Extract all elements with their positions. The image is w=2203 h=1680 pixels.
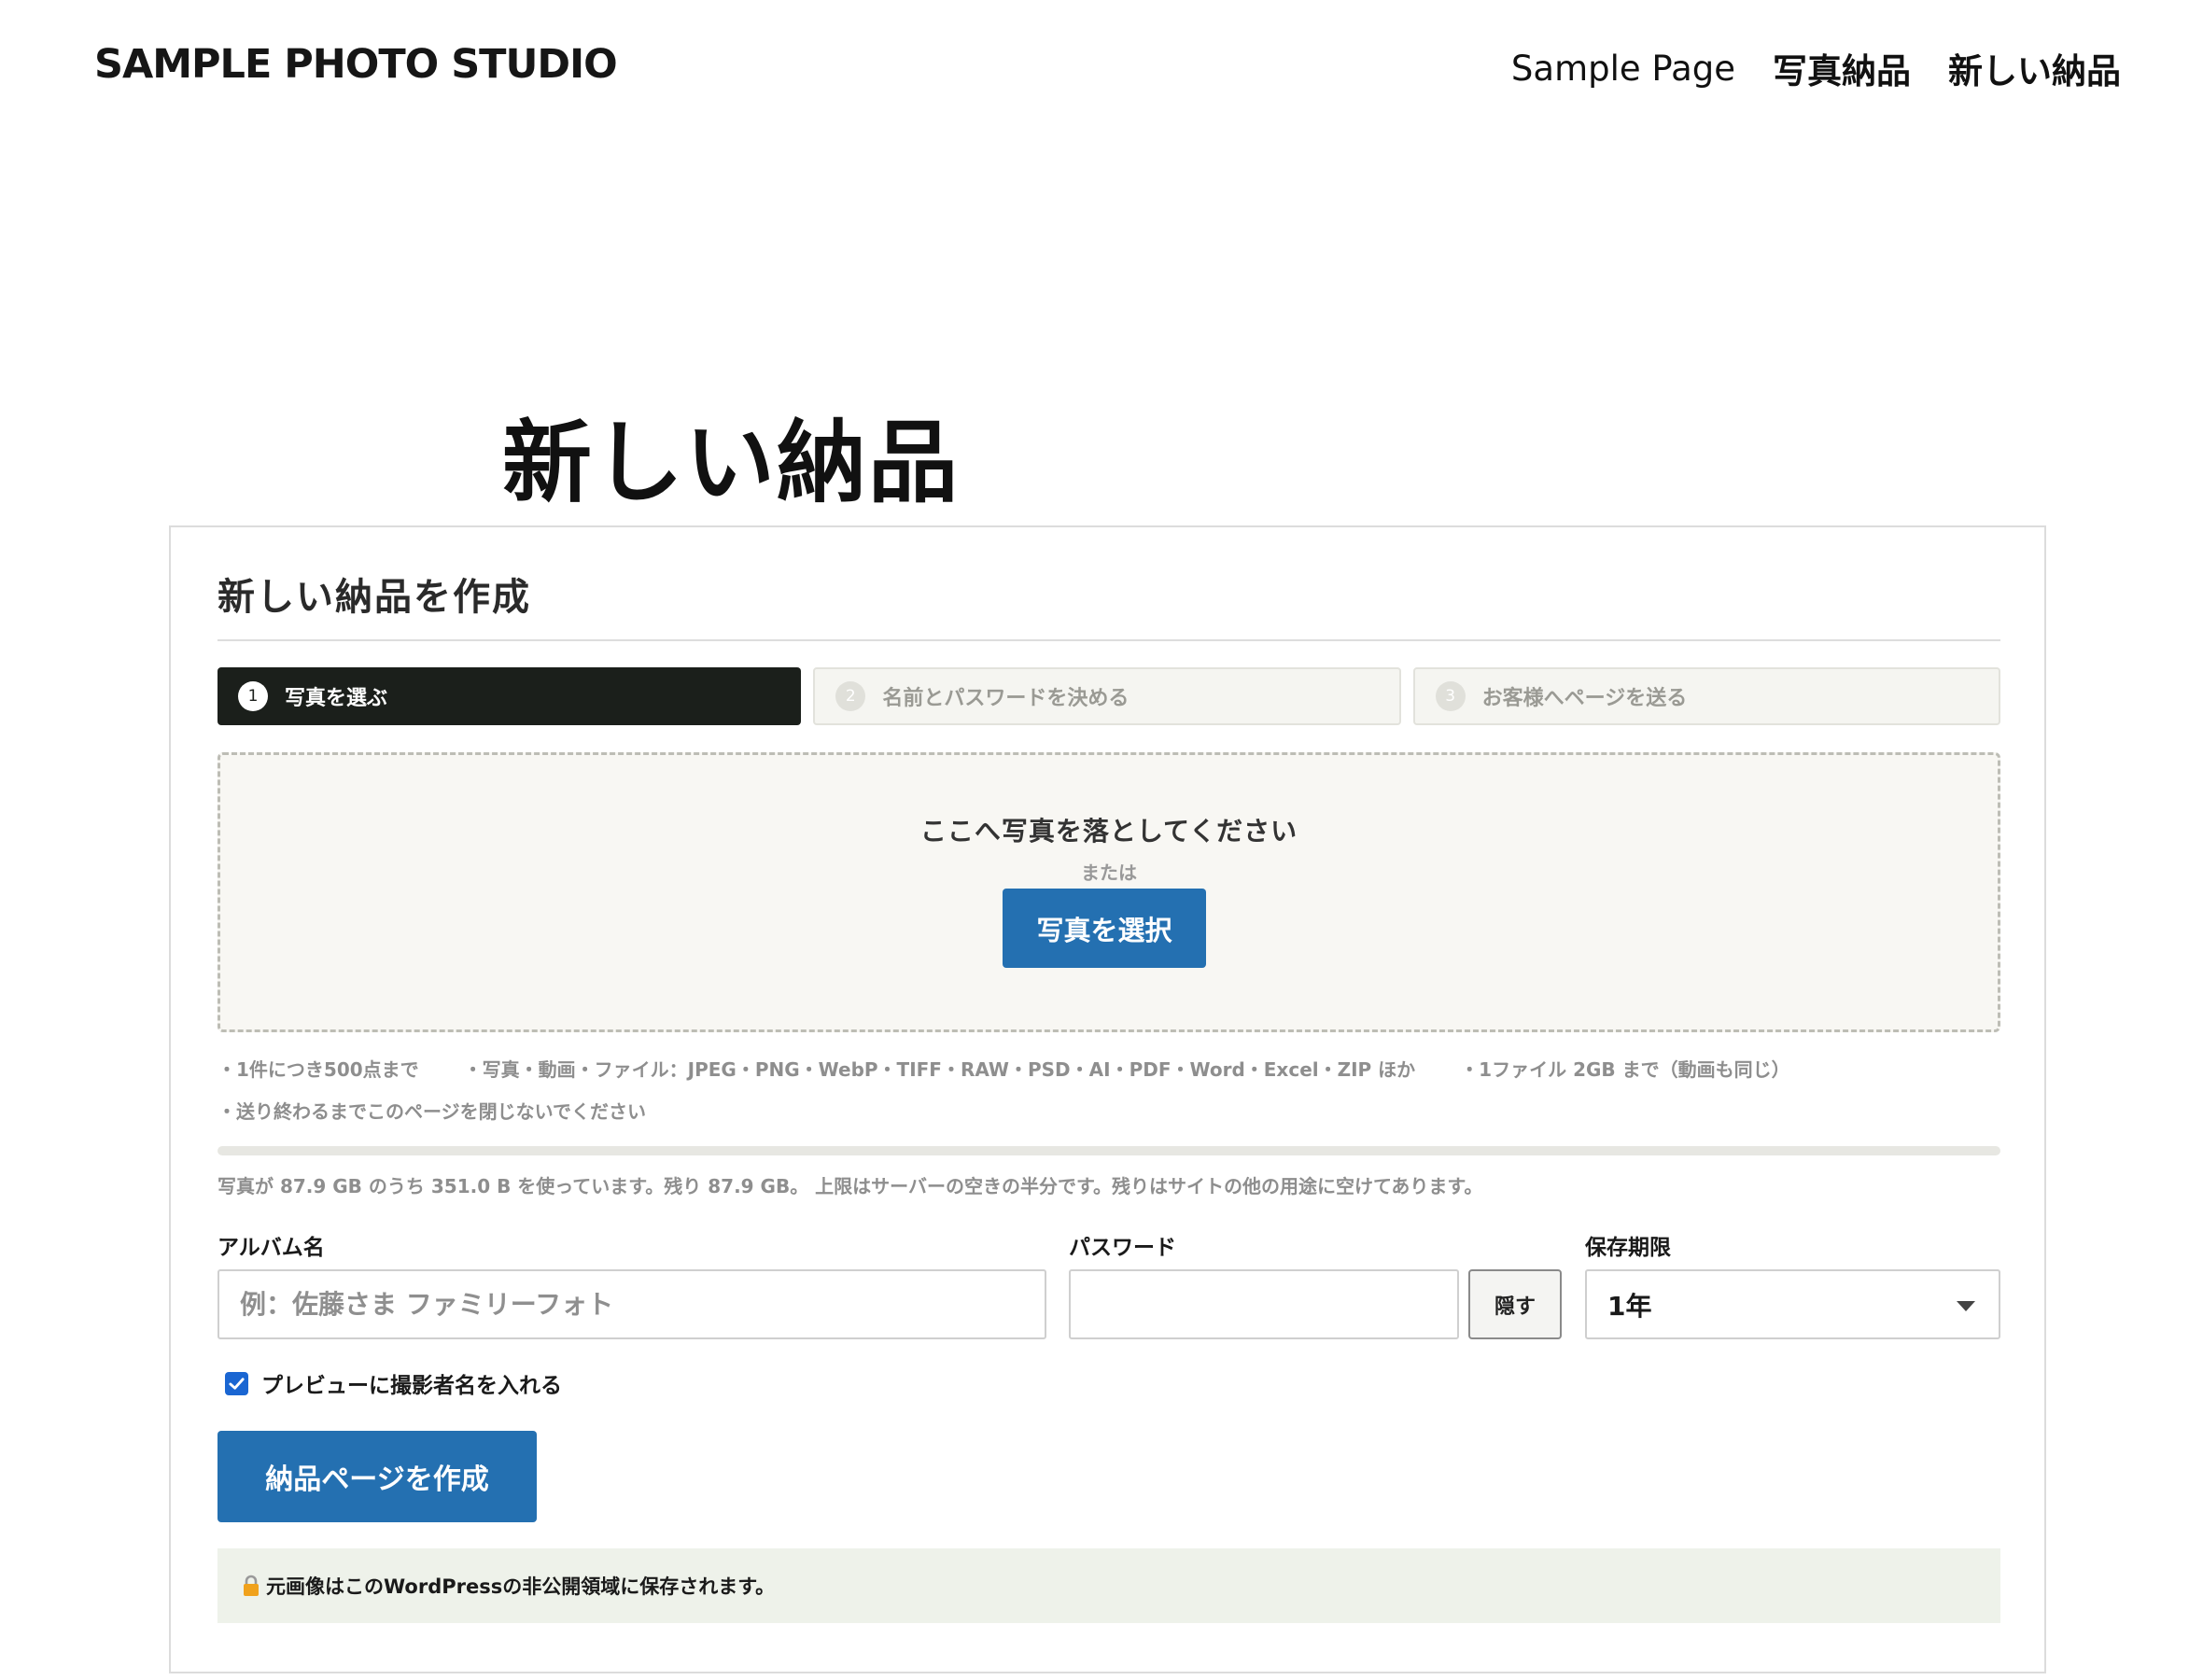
note-item-keep-open: ・送り終わるまでこのページを閉じないでください: [217, 1100, 646, 1123]
watermark-checkbox[interactable]: [225, 1371, 248, 1395]
card-heading: 新しい納品を作成: [217, 575, 531, 619]
chevron-down-icon: [1957, 1301, 1975, 1311]
dropzone-or-text: または: [1081, 861, 1137, 884]
dropzone-message: ここへ写真を落としてください: [919, 816, 1298, 847]
step-number: 3: [1435, 681, 1466, 711]
new-delivery-card: 新しい納品を作成 1 写真を選ぶ 2 名前とパスワードを決める 3 お客様へペー…: [169, 525, 2046, 1673]
notes-row: ・1件につき500点まで ・写真・動画・ファイル：JPEG・PNG・WebP・T…: [217, 1047, 2000, 1089]
step-1-choose-photos: 1 写真を選ぶ: [217, 667, 802, 725]
storage-notice-text: 元画像はこのWordPressの非公開領域に保存されます。: [266, 1575, 776, 1598]
nav-link-new-delivery[interactable]: 新しい納品: [1948, 43, 2121, 93]
album-name-label: アルバム名: [217, 1236, 325, 1260]
nav-link-sample-page[interactable]: Sample Page: [1511, 49, 1735, 89]
password-label: パスワード: [1069, 1236, 1176, 1260]
retention-select[interactable]: 1年: [1585, 1269, 2000, 1339]
note-item-formats: ・写真・動画・ファイル：JPEG・PNG・WebP・TIFF・RAW・PSD・A…: [463, 1058, 1416, 1081]
album-name-input[interactable]: [217, 1269, 1046, 1339]
retention-label: 保存期限: [1585, 1236, 1671, 1260]
checkmark-icon: [229, 1377, 245, 1390]
notes-row: ・送り終わるまでこのページを閉じないでください: [217, 1089, 2000, 1131]
main-nav: Sample Page 写真納品 新しい納品: [1474, 43, 2121, 93]
password-input[interactable]: [1069, 1269, 1459, 1339]
watermark-checkbox-label[interactable]: プレビューに撮影者名を入れる: [261, 1367, 562, 1399]
nav-link-photo-delivery[interactable]: 写真納品: [1773, 43, 1911, 93]
storage-usage-text: 写真が 87.9 GB のうち 351.0 B を使っています。残り 87.9 …: [217, 1175, 1483, 1197]
storage-notice: 元画像はこのWordPressの非公開領域に保存されます。: [217, 1548, 2000, 1623]
select-photos-button[interactable]: 写真を選択: [1003, 889, 1206, 968]
photo-dropzone[interactable]: ここへ写真を落としてください または 写真を選択: [217, 752, 2000, 1032]
step-number: 1: [238, 681, 268, 711]
note-item-limit: ・1件につき500点まで: [217, 1058, 419, 1081]
lock-icon: [242, 1575, 260, 1597]
note-item-filesize: ・1ファイル 2GB まで（動画も同じ）: [1460, 1058, 1790, 1081]
upload-notes: ・1件につき500点まで ・写真・動画・ファイル：JPEG・PNG・WebP・T…: [217, 1047, 2000, 1131]
watermark-option[interactable]: プレビューに撮影者名を入れる: [225, 1367, 562, 1399]
storage-usage-bar: [217, 1146, 2000, 1155]
divider: [217, 639, 2000, 641]
step-number: 2: [835, 681, 866, 711]
page-title: 新しい納品: [502, 411, 960, 515]
step-indicator: 1 写真を選ぶ 2 名前とパスワードを決める 3 お客様へページを送る: [217, 667, 2000, 725]
hide-password-button[interactable]: 隠す: [1468, 1269, 1562, 1339]
site-header: SAMPLE PHOTO STUDIO Sample Page 写真納品 新しい…: [0, 0, 2203, 133]
step-label: 写真を選ぶ: [285, 687, 388, 710]
step-label: お客様へページを送る: [1481, 687, 1688, 710]
site-title[interactable]: SAMPLE PHOTO STUDIO: [94, 41, 618, 88]
step-label: 名前とパスワードを決める: [882, 687, 1130, 710]
create-delivery-page-button[interactable]: 納品ページを作成: [217, 1431, 537, 1522]
step-2-name-password: 2 名前とパスワードを決める: [813, 667, 1401, 725]
step-3-send-page: 3 お客様へページを送る: [1412, 667, 2000, 725]
retention-selected-value: 1年: [1607, 1290, 1652, 1322]
